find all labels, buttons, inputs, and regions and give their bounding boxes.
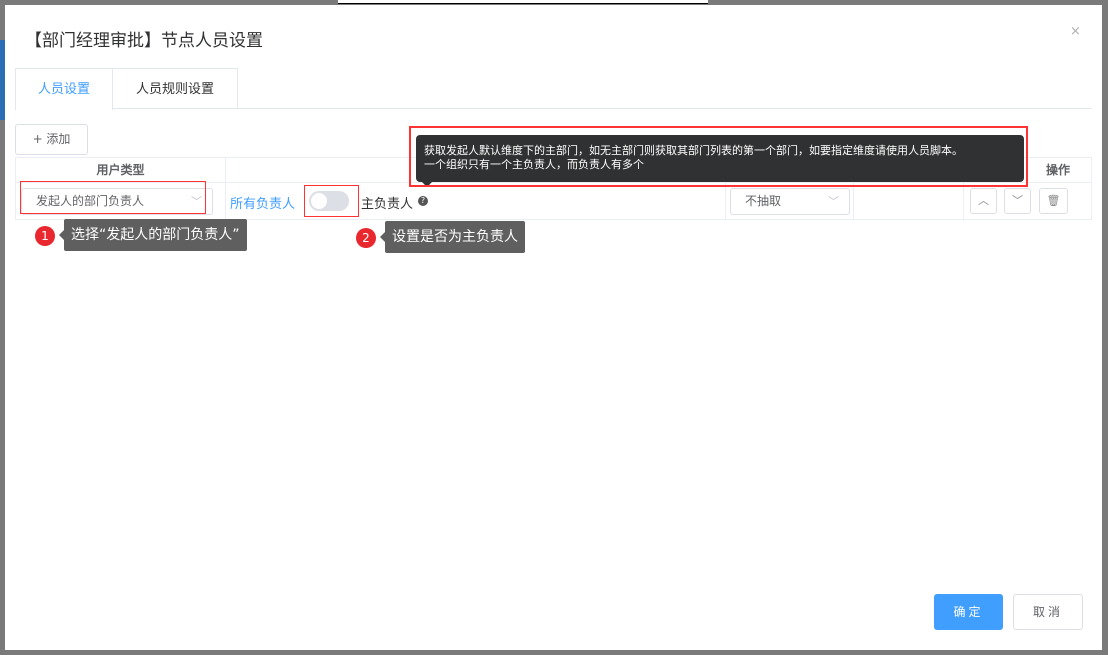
tooltip-highlight-box [409, 126, 1028, 187]
dialog-title: 【部门经理审批】节点人员设置 [25, 31, 263, 51]
add-button[interactable]: + 添加 [15, 124, 88, 155]
highlight-box [304, 185, 359, 217]
highlight-box [20, 181, 206, 214]
all-heads-link[interactable]: 所有负责人 [230, 193, 295, 212]
delete-button[interactable]: 🗑 [1039, 188, 1068, 214]
move-up-button[interactable]: ︿ [970, 188, 997, 214]
close-icon[interactable]: × [1070, 24, 1081, 39]
tab-personnel-settings[interactable]: 人员设置 [15, 68, 113, 110]
annotation-badge-1: 1 [35, 226, 55, 246]
trash-icon: 🗑 [1046, 194, 1061, 207]
confirm-button[interactable]: 确定 [934, 594, 1003, 630]
table-row-heads: 所有负责人 主负责人 ? [226, 183, 726, 220]
table-row-extract: 不抽取 ﹀ [726, 183, 854, 220]
tab-personnel-rule-settings[interactable]: 人员规则设置 [112, 68, 238, 109]
annotation-badge-2: 2 [356, 228, 376, 248]
help-icon[interactable]: ? [418, 196, 428, 206]
cancel-button[interactable]: 取消 [1013, 594, 1083, 630]
background-bar [338, 0, 708, 4]
chevron-down-icon: ﹀ [828, 195, 839, 208]
move-down-button[interactable]: ﹀ [1004, 188, 1031, 214]
header-user-type: 用户类型 [16, 158, 226, 183]
extract-select[interactable]: 不抽取 ﹀ [730, 188, 850, 215]
tab-bar: 人员设置 人员规则设置 [15, 68, 1092, 110]
main-head-label: 主负责人 [361, 197, 414, 212]
extract-value: 不抽取 [745, 194, 782, 208]
chevron-down-icon: ﹀ [1012, 194, 1023, 207]
table-row-col4 [854, 183, 964, 220]
annotation-callout-2: 设置是否为主负责人 [380, 221, 525, 253]
table-row-actions: ︿ ﹀ 🗑 [964, 183, 1092, 220]
annotation-callout-1: 选择“发起人的部门负责人” [59, 219, 247, 251]
table-row-user-type: 发起人的部门负责人 ﹀ [16, 181, 226, 220]
chevron-up-icon: ︿ [978, 194, 989, 207]
